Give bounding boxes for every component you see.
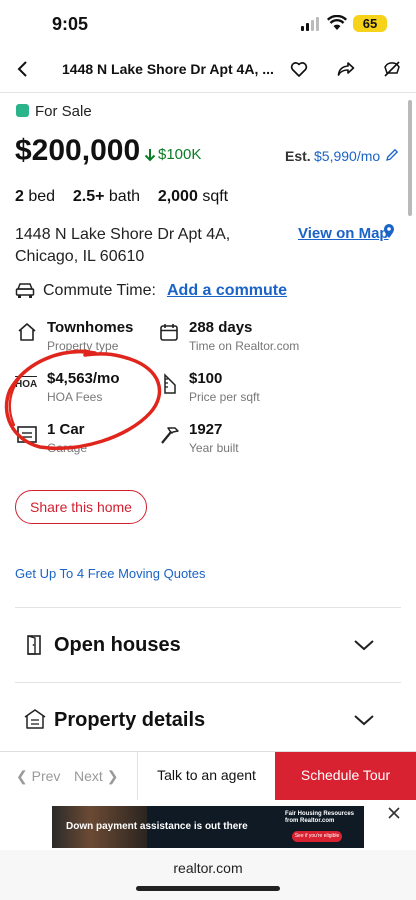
prev-label: Prev — [31, 768, 61, 784]
share-home-button[interactable]: Share this home — [15, 490, 147, 524]
edit-pencil-icon[interactable] — [381, 142, 403, 168]
feature-value: Townhomes — [47, 319, 134, 336]
hide-icon[interactable] — [378, 55, 406, 83]
back-arrow-icon[interactable] — [9, 55, 37, 83]
ad-cta-button[interactable]: See if you're eligible — [292, 831, 342, 842]
moving-quotes-link[interactable]: Get Up To 4 Free Moving Quotes — [15, 566, 206, 581]
feature-label: Year built — [189, 441, 239, 455]
header-divider — [0, 92, 416, 93]
view-on-map-link[interactable]: View on Map — [298, 225, 389, 242]
arrow-down-icon — [144, 148, 156, 161]
schedule-tour-button[interactable]: Schedule Tour — [275, 752, 416, 800]
chevron-right-icon: ❯ — [106, 768, 119, 784]
car-icon — [15, 282, 35, 305]
property-details-title: Property details — [54, 709, 206, 731]
property-details-section[interactable]: Property details — [15, 683, 401, 751]
heart-icon[interactable] — [285, 55, 313, 83]
feature-value: 288 days — [189, 319, 253, 336]
annotation-circle — [4, 349, 162, 450]
house-icon — [17, 322, 37, 347]
feature-label: Price per sqft — [189, 390, 260, 404]
commute-label: Commute Time: — [43, 282, 156, 299]
ad-brand: Fair Housing Resources from Realtor.com — [285, 811, 355, 824]
beds-value: 2 — [15, 188, 24, 205]
chevron-down-icon[interactable] — [353, 713, 375, 732]
price-drop-value: $100K — [158, 146, 202, 163]
feature-value: $100 — [189, 370, 223, 387]
calendar-icon — [159, 322, 179, 347]
add-commute-link[interactable]: Add a commute — [167, 282, 287, 300]
ad-banner[interactable]: Down payment assistance is out there Fai… — [52, 806, 364, 848]
baths-label: bath — [108, 188, 141, 205]
ad-headline: Down payment assistance is out there — [66, 821, 248, 832]
cellular-signal-icon — [301, 17, 319, 31]
share-icon[interactable] — [332, 55, 360, 83]
baths-value: 2.5+ — [72, 188, 105, 205]
beds-label: bed — [28, 188, 56, 205]
prev-button[interactable]: ❮ Prev — [16, 768, 60, 785]
house-list-icon — [23, 708, 47, 735]
talk-to-agent-button[interactable]: Talk to an agent — [138, 752, 275, 800]
open-houses-section[interactable]: Open houses — [15, 608, 401, 682]
feature-price-per-sqft: $100 Price per sqft — [189, 370, 260, 404]
wifi-icon — [326, 14, 348, 36]
feature-value: 1927 — [189, 421, 223, 438]
sqft-label: sqft — [202, 188, 229, 205]
listing-status: For Sale — [35, 103, 92, 120]
price-drop: $100K — [144, 146, 201, 163]
estimate-label: Est. — [285, 148, 311, 164]
door-icon — [25, 634, 43, 661]
battery-indicator: 65 — [353, 15, 387, 32]
browser-url[interactable]: realtor.com — [0, 860, 416, 876]
chevron-left-icon: ❮ — [16, 768, 28, 784]
estimate-value[interactable]: $5,990/mo — [314, 148, 380, 164]
scrollbar[interactable] — [408, 100, 412, 216]
map-pin-icon[interactable] — [383, 224, 395, 244]
open-houses-title: Open houses — [54, 634, 181, 656]
feature-label: Time on Realtor.com — [189, 339, 300, 353]
home-facts: 2 bed 2.5+ bath 2,000 sqft — [15, 188, 228, 206]
home-indicator[interactable] — [136, 886, 280, 891]
feature-time-on-site: 288 days Time on Realtor.com — [189, 319, 299, 353]
feature-year-built: 1927 Year built — [189, 421, 239, 455]
next-label: Next — [74, 768, 103, 784]
status-time: 9:05 — [52, 14, 89, 34]
page-title: 1448 N Lake Shore Dr Apt 4A, ... — [62, 61, 274, 77]
next-button[interactable]: Next ❯ — [74, 768, 118, 785]
sqft-value: 2,000 — [157, 188, 198, 205]
close-icon[interactable] — [386, 805, 402, 826]
listing-price: $200,000 — [15, 134, 141, 167]
listing-address: 1448 N Lake Shore Dr Apt 4A, Chicago, IL… — [15, 226, 231, 265]
chevron-down-icon[interactable] — [353, 638, 375, 657]
for-sale-status-icon — [16, 104, 29, 117]
